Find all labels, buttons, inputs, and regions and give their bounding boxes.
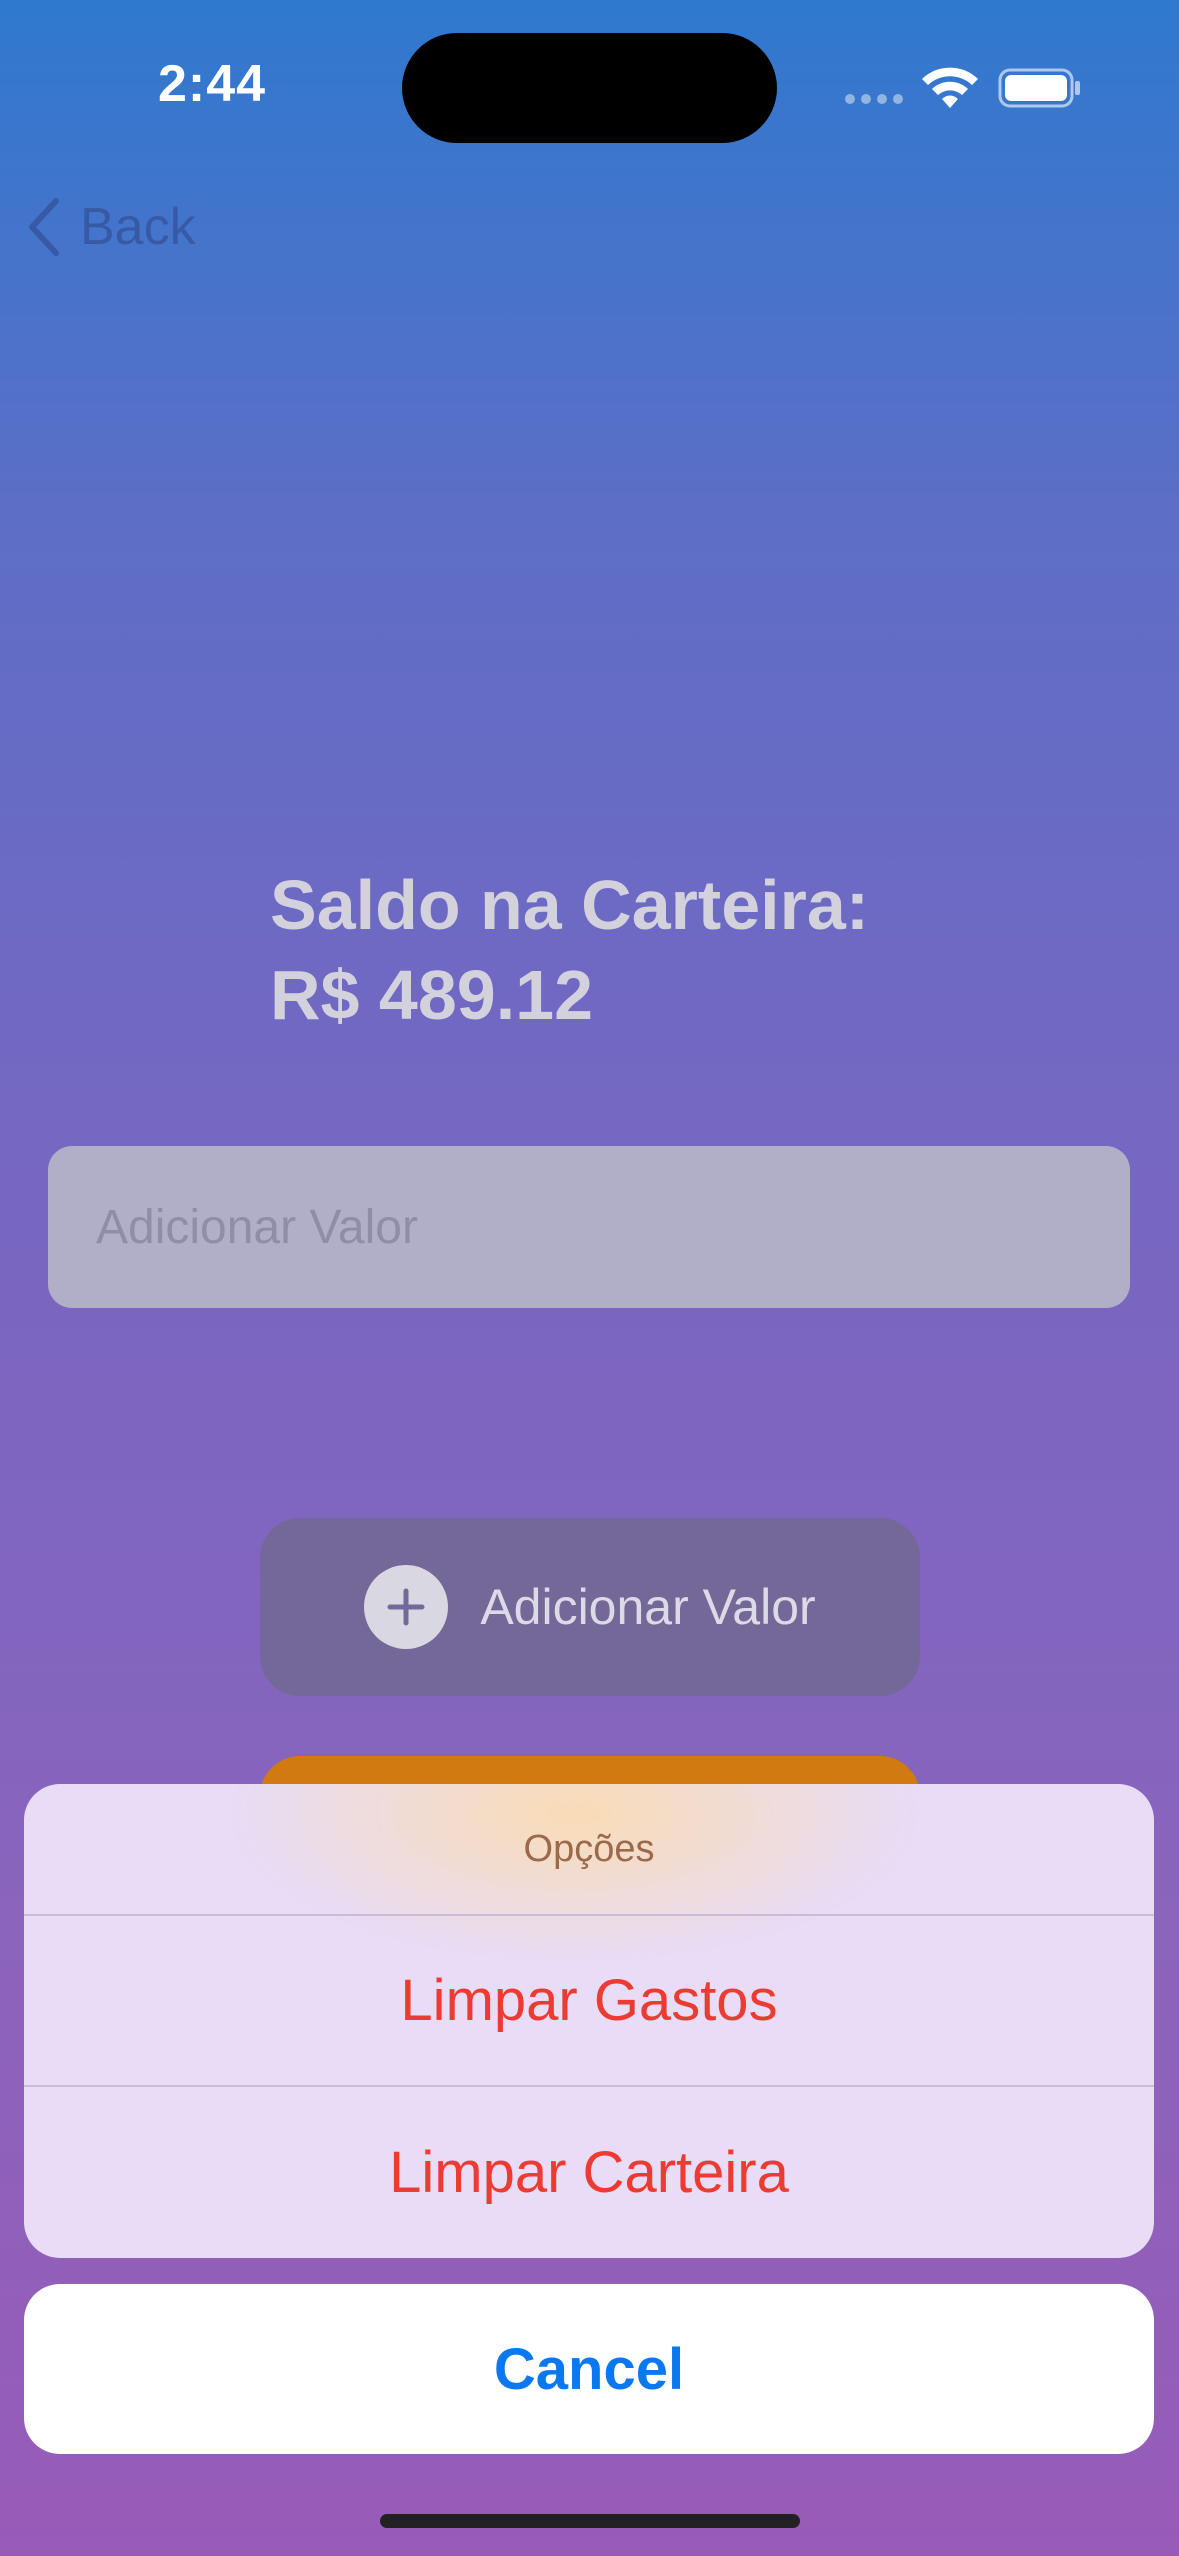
- home-indicator[interactable]: [380, 2514, 800, 2528]
- cancel-button[interactable]: Cancel: [24, 2284, 1154, 2454]
- add-value-button[interactable]: Adicionar Valor: [260, 1518, 920, 1696]
- amount-input[interactable]: [48, 1146, 1130, 1308]
- cellular-signal-icon: [845, 94, 903, 104]
- dynamic-island: [402, 33, 777, 143]
- back-button[interactable]: Back: [26, 192, 196, 262]
- add-value-label: Adicionar Valor: [480, 1579, 816, 1635]
- app-screen: 2:44 Back Saldo na Carteira: R$ 489.12 A…: [0, 0, 1179, 2556]
- clear-wallet-button[interactable]: Limpar Carteira: [24, 2087, 1154, 2258]
- wifi-icon: [922, 67, 978, 108]
- action-sheet: Opções Limpar Gastos Limpar Carteira: [24, 1784, 1154, 2258]
- action-sheet-title: Opções: [24, 1784, 1154, 1916]
- status-time: 2:44: [158, 55, 267, 113]
- battery-icon: [998, 68, 1080, 108]
- chevron-left-icon: [29, 198, 59, 256]
- wallet-amount: R$ 489.12: [270, 956, 594, 1034]
- plus-circle-icon: [364, 1565, 449, 1649]
- back-label: Back: [80, 198, 196, 256]
- wallet-title: Saldo na Carteira:: [270, 866, 870, 944]
- wallet-balance: Saldo na Carteira: R$ 489.12: [270, 860, 869, 1040]
- clear-expenses-button[interactable]: Limpar Gastos: [24, 1916, 1154, 2087]
